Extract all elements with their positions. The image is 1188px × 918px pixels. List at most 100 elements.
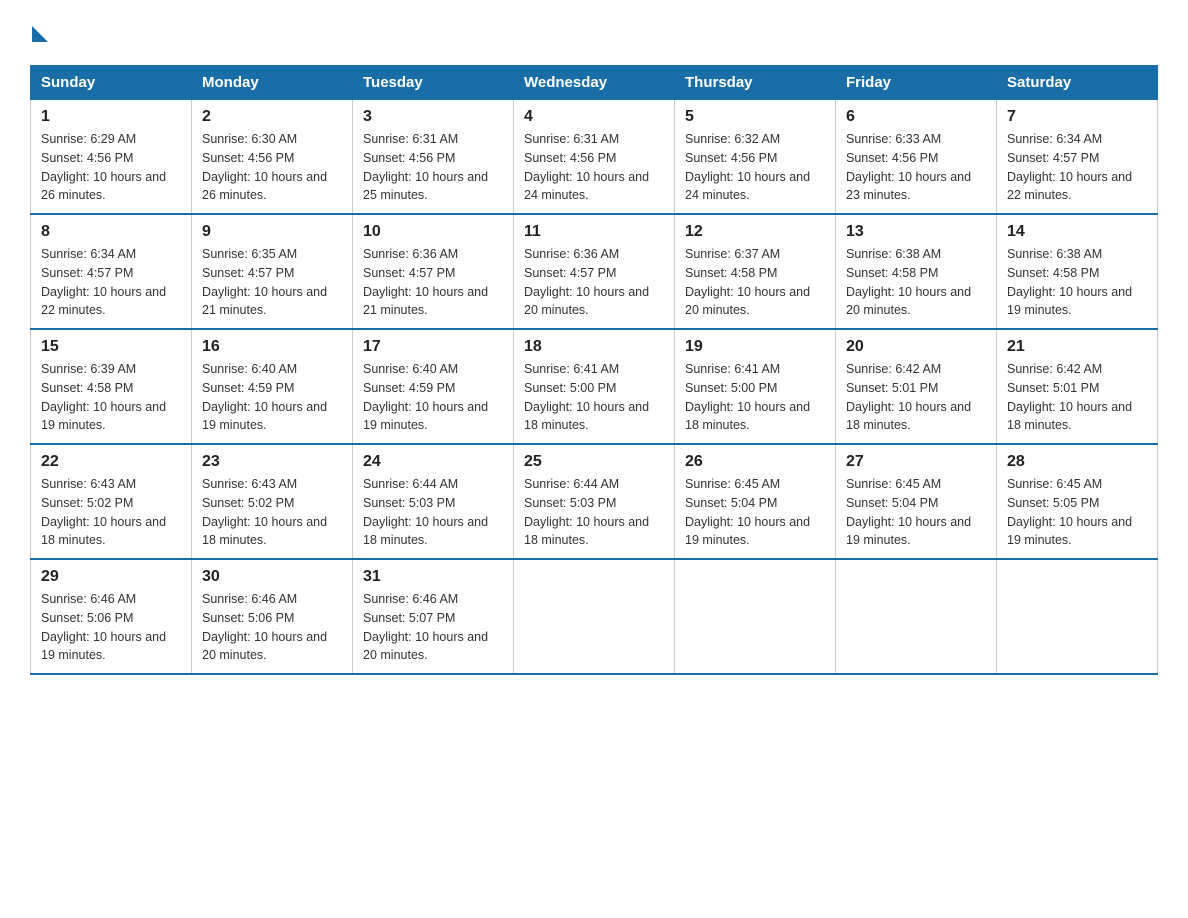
logo	[30, 20, 48, 47]
day-number: 3	[363, 108, 503, 126]
page-header	[30, 20, 1158, 47]
calendar-header-row: SundayMondayTuesdayWednesdayThursdayFrid…	[31, 66, 1158, 100]
day-number: 1	[41, 108, 181, 126]
day-number: 14	[1007, 223, 1147, 241]
day-number: 8	[41, 223, 181, 241]
header-friday: Friday	[836, 66, 997, 100]
calendar-cell: 4 Sunrise: 6:31 AM Sunset: 4:56 PM Dayli…	[514, 100, 675, 215]
calendar-cell: 8 Sunrise: 6:34 AM Sunset: 4:57 PM Dayli…	[31, 214, 192, 329]
calendar-cell: 2 Sunrise: 6:30 AM Sunset: 4:56 PM Dayli…	[192, 100, 353, 215]
day-info: Sunrise: 6:33 AM Sunset: 4:56 PM Dayligh…	[846, 130, 986, 205]
calendar-cell: 24 Sunrise: 6:44 AM Sunset: 5:03 PM Dayl…	[353, 444, 514, 559]
day-number: 5	[685, 108, 825, 126]
calendar-cell	[836, 559, 997, 674]
day-info: Sunrise: 6:43 AM Sunset: 5:02 PM Dayligh…	[202, 475, 342, 550]
day-number: 27	[846, 453, 986, 471]
day-info: Sunrise: 6:36 AM Sunset: 4:57 PM Dayligh…	[524, 245, 664, 320]
calendar-cell	[514, 559, 675, 674]
calendar-week-row: 15 Sunrise: 6:39 AM Sunset: 4:58 PM Dayl…	[31, 329, 1158, 444]
day-number: 25	[524, 453, 664, 471]
day-info: Sunrise: 6:38 AM Sunset: 4:58 PM Dayligh…	[1007, 245, 1147, 320]
day-info: Sunrise: 6:30 AM Sunset: 4:56 PM Dayligh…	[202, 130, 342, 205]
calendar-cell: 30 Sunrise: 6:46 AM Sunset: 5:06 PM Dayl…	[192, 559, 353, 674]
calendar-cell: 17 Sunrise: 6:40 AM Sunset: 4:59 PM Dayl…	[353, 329, 514, 444]
day-number: 24	[363, 453, 503, 471]
day-number: 15	[41, 338, 181, 356]
day-number: 26	[685, 453, 825, 471]
day-info: Sunrise: 6:31 AM Sunset: 4:56 PM Dayligh…	[363, 130, 503, 205]
day-info: Sunrise: 6:46 AM Sunset: 5:06 PM Dayligh…	[202, 590, 342, 665]
day-info: Sunrise: 6:45 AM Sunset: 5:05 PM Dayligh…	[1007, 475, 1147, 550]
header-thursday: Thursday	[675, 66, 836, 100]
day-number: 12	[685, 223, 825, 241]
day-info: Sunrise: 6:43 AM Sunset: 5:02 PM Dayligh…	[41, 475, 181, 550]
day-info: Sunrise: 6:34 AM Sunset: 4:57 PM Dayligh…	[41, 245, 181, 320]
day-number: 18	[524, 338, 664, 356]
logo-triangle-icon	[32, 26, 48, 42]
header-saturday: Saturday	[997, 66, 1158, 100]
day-number: 9	[202, 223, 342, 241]
calendar-week-row: 22 Sunrise: 6:43 AM Sunset: 5:02 PM Dayl…	[31, 444, 1158, 559]
day-number: 31	[363, 568, 503, 586]
calendar-cell: 21 Sunrise: 6:42 AM Sunset: 5:01 PM Dayl…	[997, 329, 1158, 444]
day-info: Sunrise: 6:46 AM Sunset: 5:07 PM Dayligh…	[363, 590, 503, 665]
day-number: 13	[846, 223, 986, 241]
day-number: 10	[363, 223, 503, 241]
day-info: Sunrise: 6:35 AM Sunset: 4:57 PM Dayligh…	[202, 245, 342, 320]
calendar-cell: 22 Sunrise: 6:43 AM Sunset: 5:02 PM Dayl…	[31, 444, 192, 559]
calendar-cell: 18 Sunrise: 6:41 AM Sunset: 5:00 PM Dayl…	[514, 329, 675, 444]
day-info: Sunrise: 6:39 AM Sunset: 4:58 PM Dayligh…	[41, 360, 181, 435]
calendar-cell: 6 Sunrise: 6:33 AM Sunset: 4:56 PM Dayli…	[836, 100, 997, 215]
calendar-week-row: 1 Sunrise: 6:29 AM Sunset: 4:56 PM Dayli…	[31, 100, 1158, 215]
day-info: Sunrise: 6:41 AM Sunset: 5:00 PM Dayligh…	[685, 360, 825, 435]
day-number: 7	[1007, 108, 1147, 126]
day-number: 21	[1007, 338, 1147, 356]
day-info: Sunrise: 6:40 AM Sunset: 4:59 PM Dayligh…	[202, 360, 342, 435]
calendar-cell: 20 Sunrise: 6:42 AM Sunset: 5:01 PM Dayl…	[836, 329, 997, 444]
calendar-cell: 27 Sunrise: 6:45 AM Sunset: 5:04 PM Dayl…	[836, 444, 997, 559]
day-info: Sunrise: 6:44 AM Sunset: 5:03 PM Dayligh…	[524, 475, 664, 550]
day-number: 4	[524, 108, 664, 126]
calendar-cell: 12 Sunrise: 6:37 AM Sunset: 4:58 PM Dayl…	[675, 214, 836, 329]
calendar-cell: 26 Sunrise: 6:45 AM Sunset: 5:04 PM Dayl…	[675, 444, 836, 559]
calendar-cell: 3 Sunrise: 6:31 AM Sunset: 4:56 PM Dayli…	[353, 100, 514, 215]
calendar-cell: 23 Sunrise: 6:43 AM Sunset: 5:02 PM Dayl…	[192, 444, 353, 559]
calendar-cell	[997, 559, 1158, 674]
calendar-cell: 14 Sunrise: 6:38 AM Sunset: 4:58 PM Dayl…	[997, 214, 1158, 329]
calendar-cell: 28 Sunrise: 6:45 AM Sunset: 5:05 PM Dayl…	[997, 444, 1158, 559]
calendar-cell: 16 Sunrise: 6:40 AM Sunset: 4:59 PM Dayl…	[192, 329, 353, 444]
day-info: Sunrise: 6:40 AM Sunset: 4:59 PM Dayligh…	[363, 360, 503, 435]
day-number: 20	[846, 338, 986, 356]
day-info: Sunrise: 6:46 AM Sunset: 5:06 PM Dayligh…	[41, 590, 181, 665]
day-info: Sunrise: 6:36 AM Sunset: 4:57 PM Dayligh…	[363, 245, 503, 320]
calendar-cell: 29 Sunrise: 6:46 AM Sunset: 5:06 PM Dayl…	[31, 559, 192, 674]
calendar-cell: 7 Sunrise: 6:34 AM Sunset: 4:57 PM Dayli…	[997, 100, 1158, 215]
calendar-week-row: 8 Sunrise: 6:34 AM Sunset: 4:57 PM Dayli…	[31, 214, 1158, 329]
calendar-cell: 9 Sunrise: 6:35 AM Sunset: 4:57 PM Dayli…	[192, 214, 353, 329]
day-number: 11	[524, 223, 664, 241]
day-info: Sunrise: 6:41 AM Sunset: 5:00 PM Dayligh…	[524, 360, 664, 435]
day-info: Sunrise: 6:38 AM Sunset: 4:58 PM Dayligh…	[846, 245, 986, 320]
day-number: 29	[41, 568, 181, 586]
day-info: Sunrise: 6:29 AM Sunset: 4:56 PM Dayligh…	[41, 130, 181, 205]
day-number: 22	[41, 453, 181, 471]
day-info: Sunrise: 6:45 AM Sunset: 5:04 PM Dayligh…	[685, 475, 825, 550]
calendar-cell: 13 Sunrise: 6:38 AM Sunset: 4:58 PM Dayl…	[836, 214, 997, 329]
day-info: Sunrise: 6:31 AM Sunset: 4:56 PM Dayligh…	[524, 130, 664, 205]
calendar-cell: 31 Sunrise: 6:46 AM Sunset: 5:07 PM Dayl…	[353, 559, 514, 674]
calendar-cell: 11 Sunrise: 6:36 AM Sunset: 4:57 PM Dayl…	[514, 214, 675, 329]
day-number: 28	[1007, 453, 1147, 471]
calendar-cell: 19 Sunrise: 6:41 AM Sunset: 5:00 PM Dayl…	[675, 329, 836, 444]
day-number: 30	[202, 568, 342, 586]
header-monday: Monday	[192, 66, 353, 100]
day-number: 23	[202, 453, 342, 471]
calendar-cell	[675, 559, 836, 674]
day-number: 19	[685, 338, 825, 356]
calendar-cell: 25 Sunrise: 6:44 AM Sunset: 5:03 PM Dayl…	[514, 444, 675, 559]
day-info: Sunrise: 6:44 AM Sunset: 5:03 PM Dayligh…	[363, 475, 503, 550]
calendar-cell: 5 Sunrise: 6:32 AM Sunset: 4:56 PM Dayli…	[675, 100, 836, 215]
day-number: 6	[846, 108, 986, 126]
calendar-week-row: 29 Sunrise: 6:46 AM Sunset: 5:06 PM Dayl…	[31, 559, 1158, 674]
day-info: Sunrise: 6:45 AM Sunset: 5:04 PM Dayligh…	[846, 475, 986, 550]
day-number: 17	[363, 338, 503, 356]
